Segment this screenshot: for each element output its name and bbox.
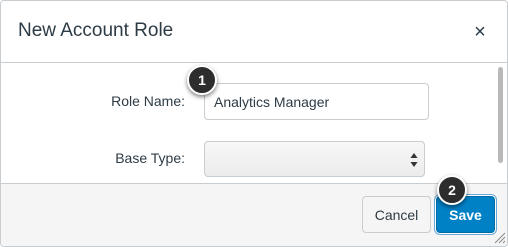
new-account-role-dialog: New Account Role × Role Name: Base Type:… [0,0,508,247]
dialog-title: New Account Role [18,20,174,41]
updown-arrows-icon [410,153,418,167]
base-type-label: Base Type: [115,150,185,166]
dialog-footer: Cancel Save [1,183,507,246]
close-icon: × [474,20,486,43]
resize-grip-icon[interactable] [492,230,506,244]
base-type-select[interactable] [204,141,425,177]
role-name-label: Role Name: [111,93,185,109]
step-callout-1: 1 [187,65,217,95]
scrollbar[interactable] [497,63,505,183]
close-button[interactable]: × [467,19,493,45]
cancel-button[interactable]: Cancel [362,196,431,233]
scrollbar-thumb[interactable] [498,67,503,163]
step-callout-2: 2 [437,175,467,205]
role-name-input[interactable] [204,83,429,120]
dialog-header: New Account Role × [1,1,507,63]
dialog-body: Role Name: Base Type: [1,63,507,183]
